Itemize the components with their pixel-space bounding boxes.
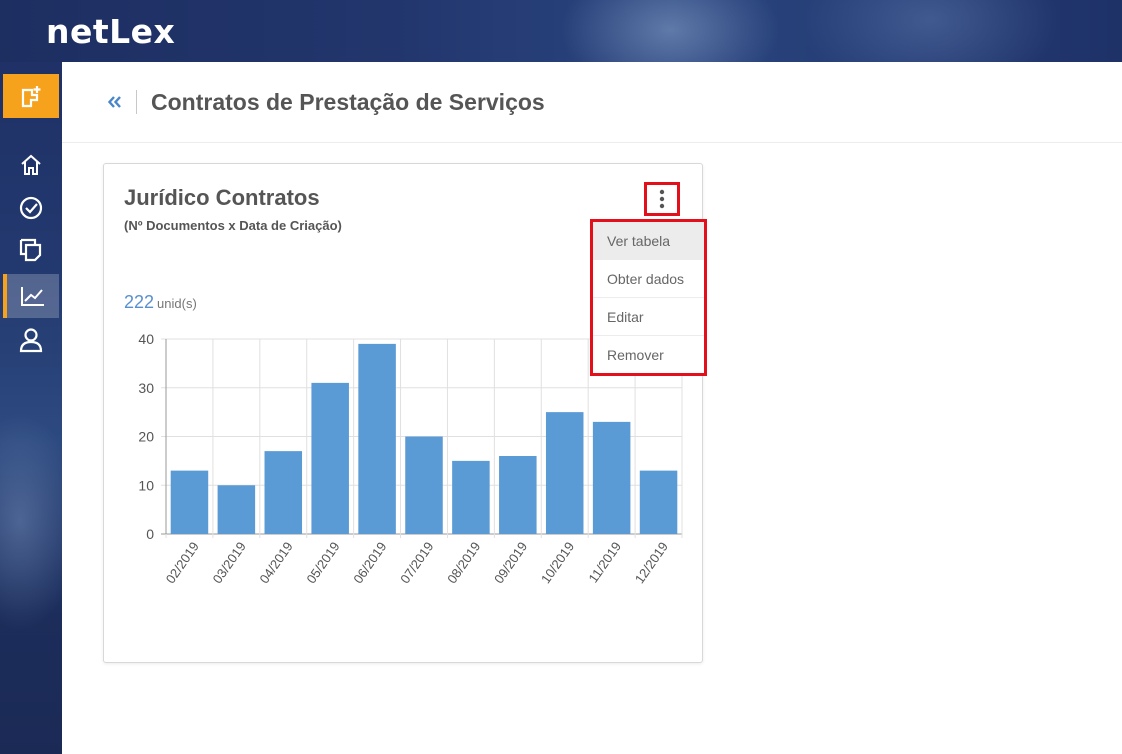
dashboard-check-icon xyxy=(19,196,43,220)
y-tick-label: 20 xyxy=(138,429,154,445)
x-tick-label: 10/2019 xyxy=(538,539,577,586)
x-tick-label: 03/2019 xyxy=(210,539,249,586)
x-tick-label: 04/2019 xyxy=(256,539,295,586)
main-content: Contratos de Prestação de Serviços Juríd… xyxy=(62,62,1122,754)
x-tick-label: 09/2019 xyxy=(491,539,530,586)
documents-icon xyxy=(19,238,42,262)
header-divider xyxy=(136,90,137,114)
top-banner: netLex xyxy=(0,0,1122,62)
bar xyxy=(311,382,349,534)
x-tick-label: 08/2019 xyxy=(444,539,483,586)
sidebar-item-dashboard[interactable] xyxy=(3,186,59,230)
card-menu-button[interactable] xyxy=(644,182,680,216)
back-button[interactable] xyxy=(108,93,124,111)
x-tick-label: 11/2019 xyxy=(585,539,624,585)
x-tick-label: 06/2019 xyxy=(350,539,389,586)
bar xyxy=(545,412,584,534)
page-header: Contratos de Prestação de Serviços xyxy=(62,62,1122,143)
card-menu: Ver tabela Obter dados Editar Remover xyxy=(590,219,707,376)
bar xyxy=(592,421,631,534)
home-icon xyxy=(21,154,41,175)
bar xyxy=(639,470,678,534)
bar xyxy=(170,470,209,534)
chart-icon xyxy=(21,287,44,306)
bar xyxy=(405,436,443,534)
y-tick-label: 30 xyxy=(138,380,154,396)
menu-item-editar[interactable]: Editar xyxy=(593,298,704,336)
menu-item-ver-tabela[interactable]: Ver tabela xyxy=(593,222,704,260)
new-document-button[interactable] xyxy=(3,74,59,118)
sidebar-item-charts[interactable] xyxy=(3,274,59,318)
bar xyxy=(358,343,396,534)
new-document-icon xyxy=(21,86,41,108)
bar xyxy=(452,460,490,534)
menu-item-obter-dados[interactable]: Obter dados xyxy=(593,260,704,298)
x-tick-label: 07/2019 xyxy=(397,539,436,586)
page-title: Contratos de Prestação de Serviços xyxy=(151,89,545,115)
sidebar-item-documents[interactable] xyxy=(3,228,59,272)
x-tick-label: 02/2019 xyxy=(163,539,202,586)
user-icon xyxy=(19,328,43,353)
kebab-menu-icon xyxy=(659,189,665,209)
x-tick-label: 05/2019 xyxy=(303,539,342,586)
y-tick-label: 40 xyxy=(138,331,154,347)
menu-item-remover[interactable]: Remover xyxy=(593,336,704,374)
netlex-logo: netLex xyxy=(46,12,176,51)
bar xyxy=(499,456,537,534)
y-tick-label: 0 xyxy=(146,526,154,542)
bar xyxy=(217,485,256,534)
y-tick-label: 10 xyxy=(138,477,154,493)
double-chevron-left-icon xyxy=(108,96,121,108)
sidebar-item-user[interactable] xyxy=(3,318,59,362)
x-tick-label: 12/2019 xyxy=(632,539,671,586)
bar xyxy=(264,451,303,534)
sidebar-item-home[interactable] xyxy=(3,143,59,187)
